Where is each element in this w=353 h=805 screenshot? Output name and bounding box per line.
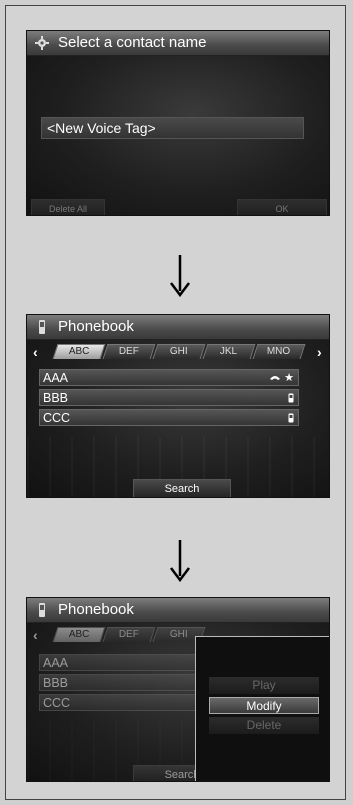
contact-name: CCC [43, 411, 71, 425]
tab-def: DEF [102, 627, 156, 642]
mobile-phone-icon [288, 393, 294, 403]
down-arrow-icon [170, 540, 190, 582]
page-title: Phonebook [58, 318, 134, 335]
menu-item-modify[interactable]: Modify [209, 697, 319, 714]
tab-mno[interactable]: MNO [252, 344, 306, 359]
menu-item-delete[interactable]: Delete [209, 717, 319, 734]
contact-name: BBB [43, 391, 69, 405]
contact-name: AAA [43, 371, 69, 385]
title-bar: Phonebook [27, 598, 329, 623]
new-voice-tag-item[interactable]: <New Voice Tag> [41, 117, 304, 139]
mobile-phone-icon [288, 413, 294, 423]
page-title: Phonebook [58, 601, 134, 618]
tab-abc[interactable]: ABC [52, 344, 106, 359]
select-contact-screen: Select a contact name <New Voice Tag> De… [26, 30, 330, 216]
menu-item-play[interactable]: Play [209, 677, 319, 694]
chevron-right-icon[interactable]: › [317, 344, 322, 360]
chevron-left-icon[interactable]: ‹ [33, 344, 38, 360]
mobile-phone-icon [39, 603, 45, 617]
tab-ghi[interactable]: GHI [152, 344, 206, 359]
title-bar: Select a contact name [27, 31, 329, 56]
down-arrow-icon [170, 255, 190, 297]
contact-options-menu: Play Modify Delete [195, 636, 329, 781]
title-bar: Phonebook [27, 315, 329, 340]
phone-handset-icon [270, 376, 281, 381]
alphabet-tabs: ‹ ABC DEF GHI JKL MNO › [27, 341, 329, 360]
phonebook-screen: Phonebook ‹ ABC DEF GHI JKL MNO › AAA ★ … [26, 314, 330, 498]
gear-icon [35, 36, 49, 50]
delete-all-button[interactable]: Delete All [31, 199, 105, 215]
page-title: Select a contact name [58, 34, 207, 51]
chevron-left-icon: ‹ [33, 627, 38, 643]
tab-jkl[interactable]: JKL [202, 344, 256, 359]
contact-row[interactable]: BBB [39, 389, 299, 406]
search-button[interactable]: Search [133, 479, 231, 497]
ok-button[interactable]: OK [237, 199, 327, 215]
tab-abc: ABC [52, 627, 106, 642]
mobile-phone-icon [39, 320, 45, 334]
contact-row[interactable]: AAA ★ [39, 369, 299, 386]
star-icon: ★ [284, 372, 294, 384]
tab-def[interactable]: DEF [102, 344, 156, 359]
contact-row[interactable]: CCC [39, 409, 299, 426]
phonebook-menu-screen: Phonebook ‹ ABC DEF GHI AAA BBB CCC Sear… [26, 597, 330, 782]
